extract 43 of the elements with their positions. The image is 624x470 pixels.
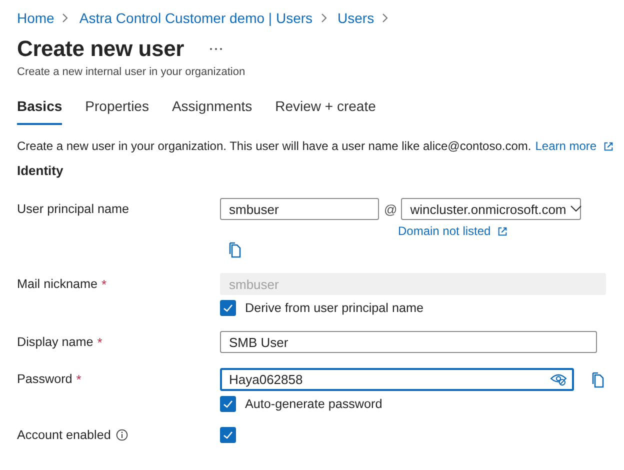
checkbox[interactable] bbox=[220, 396, 236, 412]
page-title: Create new user bbox=[17, 36, 184, 62]
copy-icon[interactable] bbox=[228, 242, 242, 258]
tab[interactable]: Properties bbox=[85, 98, 149, 125]
text-field[interactable]: smbuser bbox=[220, 198, 379, 220]
checkbox-label: Auto-generate password bbox=[245, 397, 382, 411]
checkbox-label: Derive from user principal name bbox=[245, 301, 424, 315]
description-text: Create a new user in your organization. This user will have a user name like alice@contoso.com. bbox=[17, 139, 532, 153]
external-link-icon bbox=[496, 226, 508, 236]
page-subtitle: Create a new internal user in your organization bbox=[17, 66, 246, 78]
chevron-icon bbox=[318, 13, 329, 23]
breadcrumb-link[interactable]: Home bbox=[17, 10, 54, 26]
field-label: Password bbox=[17, 372, 72, 386]
field-label: User principal name bbox=[17, 202, 129, 216]
checkmark-icon bbox=[222, 429, 234, 441]
breadcrumb-link[interactable]: Astra Control Customer demo | Users bbox=[79, 10, 313, 26]
field-label: Display name bbox=[17, 335, 94, 349]
breadcrumb-link[interactable]: Users bbox=[338, 10, 374, 26]
checkbox[interactable] bbox=[220, 427, 236, 443]
domain-dropdown[interactable]: wincluster.onmicrosoft.com bbox=[401, 198, 582, 220]
text-field[interactable]: SMB User bbox=[220, 331, 597, 353]
required-mark: * bbox=[76, 372, 82, 386]
more-icon[interactable] bbox=[208, 47, 223, 51]
required-mark: * bbox=[102, 276, 107, 292]
chevron-icon bbox=[380, 13, 390, 23]
tab[interactable]: Review + create bbox=[275, 98, 376, 125]
field-label: Account enabled bbox=[17, 428, 111, 442]
tab[interactable]: Assignments bbox=[172, 98, 252, 125]
password-field[interactable]: Haya062858 bbox=[220, 368, 574, 391]
section-heading: Identity bbox=[17, 163, 64, 178]
chevron-down-icon bbox=[570, 205, 582, 213]
checkmark-icon bbox=[222, 398, 234, 410]
at-sign: @ bbox=[384, 202, 398, 216]
copy-icon[interactable] bbox=[591, 372, 605, 388]
eye-slash-icon bbox=[550, 373, 567, 386]
domain-link[interactable]: Domain not listed bbox=[398, 224, 491, 238]
tab[interactable]: Basics bbox=[17, 98, 62, 125]
checkmark-icon bbox=[222, 302, 234, 314]
learn-more-link[interactable]: Learn more bbox=[535, 139, 597, 153]
field-label: Mail nickname bbox=[17, 277, 98, 291]
chevron-icon bbox=[60, 13, 70, 23]
external-link-icon bbox=[602, 140, 614, 152]
required-mark: * bbox=[97, 334, 102, 350]
